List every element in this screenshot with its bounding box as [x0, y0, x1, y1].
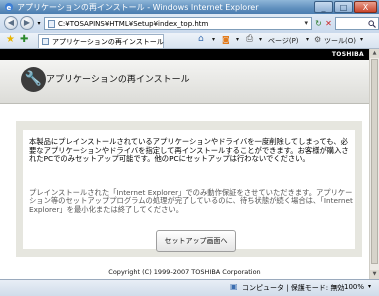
security-zone-text: コンピュータ | 保護モード: 無効 [242, 284, 345, 292]
setup-screen-button[interactable]: セットアップ画面へ [156, 230, 236, 252]
vertical-scrollbar[interactable]: ▲ ▼ [369, 49, 379, 279]
forward-button[interactable]: ▶ [20, 16, 34, 30]
page-content: TOSHIBA 🔧 アプリケーションの再インストール 本製品にプレインストールさ… [0, 49, 379, 279]
zoom-level[interactable]: 100% [344, 283, 364, 291]
home-icon[interactable]: ⌂ [198, 34, 204, 44]
description-text: 本製品にプレインストールされているアプリケーションやドライバを一度削除してしまっ… [29, 137, 349, 164]
command-bar: ★ ✚ アプリケーションの再インストール ⌂ ▾ ◙ ▾ ⎙ ▾ ページ(P) … [0, 33, 379, 49]
svg-text:e: e [7, 4, 12, 12]
toshiba-logo: TOSHIBA [331, 51, 364, 58]
zoom-icon[interactable]: ⌕ [334, 282, 338, 292]
scroll-thumb[interactable] [371, 59, 378, 264]
back-arrow-icon: ◀ [7, 18, 15, 27]
print-icon[interactable]: ⎙ [246, 34, 253, 44]
refresh-button[interactable]: ↻ [314, 18, 323, 29]
back-button[interactable]: ◀ [4, 16, 18, 30]
address-input[interactable]: C:¥TOSAPINS¥HTML¥Setup¥index_top.htm ▾ [44, 17, 312, 30]
search-icon[interactable] [368, 20, 376, 28]
forward-arrow-icon: ▶ [23, 18, 31, 27]
content-card: 本製品にプレインストールされているアプリケーションやドライバを一度削除してしまっ… [23, 130, 355, 252]
tab-page-icon [42, 38, 49, 45]
scroll-down-icon[interactable]: ▼ [370, 270, 379, 279]
search-input[interactable] [335, 17, 379, 30]
page-menu[interactable]: ページ(P) [268, 36, 299, 46]
ie-logo-icon: e [5, 3, 13, 12]
feeds-icon[interactable]: ◙ [222, 35, 230, 44]
address-dropdown-icon[interactable]: ▾ [304, 19, 308, 27]
tools-dropdown-icon: ▾ [360, 36, 364, 43]
feeds-dropdown-icon[interactable]: ▾ [236, 36, 239, 43]
tab-label: アプリケーションの再インストール [52, 38, 164, 46]
minimize-button[interactable]: _ [314, 1, 333, 13]
page-dropdown-icon: ▾ [306, 36, 310, 43]
home-dropdown-icon[interactable]: ▾ [212, 36, 215, 43]
status-bar: ▣ コンピュータ | 保護モード: 無効 ⌕ 100% ▾ [0, 279, 379, 296]
copyright-text: Copyright (C) 1999-2007 TOSHIBA Corporat… [108, 268, 261, 276]
print-dropdown-icon[interactable]: ▾ [259, 36, 262, 43]
note-text: プレインストールされた「Internet Explorer」でのみ動作保証をさせ… [29, 188, 353, 214]
add-favorites-icon[interactable]: ✚ [20, 34, 28, 46]
favorites-star-icon[interactable]: ★ [6, 34, 15, 46]
wrench-icon: 🔧 [21, 67, 46, 92]
tab-current[interactable]: アプリケーションの再インストール [38, 34, 164, 48]
window-title: アプリケーションの再インストール - Windows Internet Expl… [17, 3, 259, 12]
ie-window: e アプリケーションの再インストール - Windows Internet Ex… [0, 0, 379, 296]
gear-icon: ⚙ [314, 35, 322, 44]
computer-zone-icon: ▣ [230, 282, 238, 291]
close-button[interactable]: X [354, 1, 377, 13]
history-dropdown-icon[interactable]: ▾ [36, 18, 42, 29]
brand-bar: TOSHIBA [0, 49, 369, 60]
spacer [0, 104, 369, 121]
scroll-up-icon[interactable]: ▲ [370, 49, 379, 58]
page-title: アプリケーションの再インストール [46, 75, 190, 85]
zoom-dropdown-icon[interactable]: ▾ [368, 283, 371, 290]
page-header: 🔧 アプリケーションの再インストール [0, 60, 369, 104]
title-bar[interactable]: e アプリケーションの再インストール - Windows Internet Ex… [0, 0, 379, 14]
maximize-button[interactable]: □ [334, 1, 353, 13]
content-panel: 本製品にプレインストールされているアプリケーションやドライバを一度削除してしまっ… [16, 121, 362, 257]
tools-menu[interactable]: ツール(O) [324, 36, 356, 46]
stop-button[interactable]: ✕ [324, 18, 333, 29]
page-icon [48, 20, 55, 28]
address-url: C:¥TOSAPINS¥HTML¥Setup¥index_top.htm [58, 20, 209, 28]
address-bar-row: ◀ ▶ ▾ C:¥TOSAPINS¥HTML¥Setup¥index_top.h… [0, 14, 379, 33]
